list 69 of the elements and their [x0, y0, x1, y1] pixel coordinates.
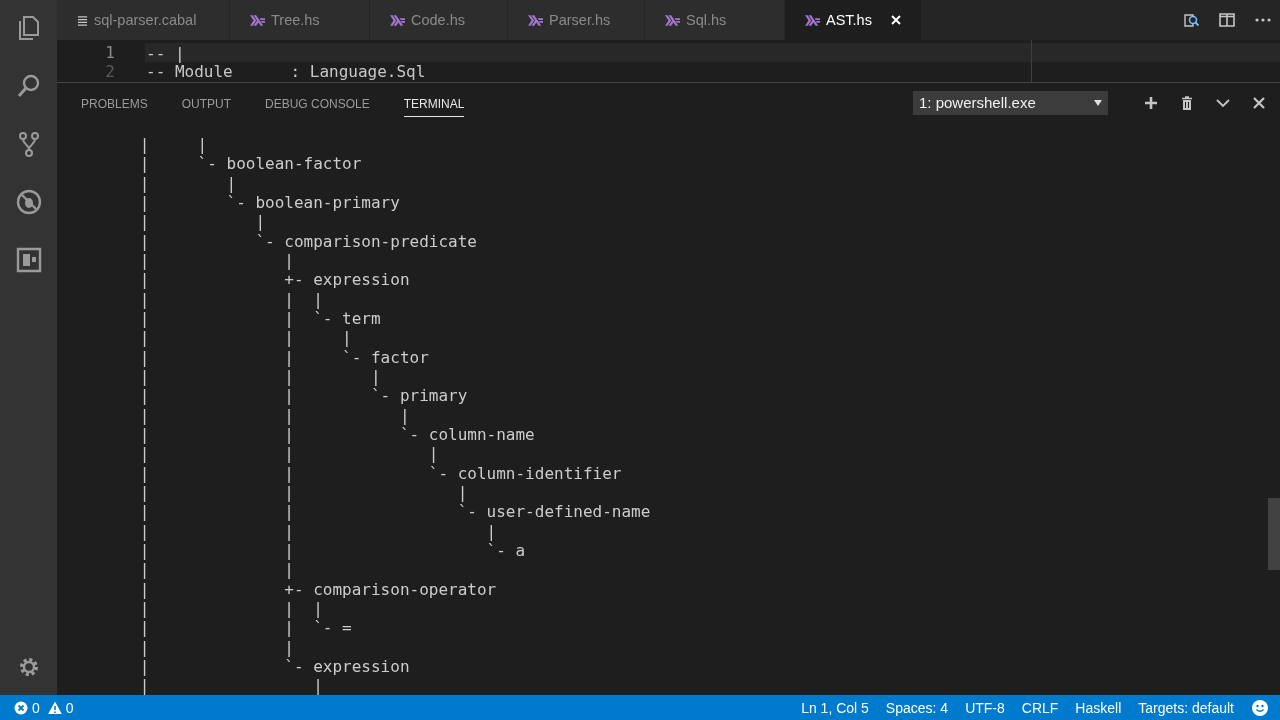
status-item[interactable]: Targets: default	[1138, 699, 1234, 716]
editor-tab[interactable]: Sql.hs	[645, 0, 785, 40]
bug-icon[interactable]	[14, 188, 43, 216]
terminal-line: | | `- column-identifier	[138, 463, 622, 483]
terminal-line: | `- expression	[138, 656, 410, 677]
terminal-line: | | |	[138, 405, 410, 425]
terminal-line: | |	[138, 676, 323, 695]
code-line: -- Module : Language.Sql	[145, 62, 427, 81]
terminal-line: | | |	[138, 328, 352, 348]
terminal-line: | `- boolean-primary	[138, 193, 400, 213]
terminal-line: | `- comparison-predicate	[138, 231, 477, 251]
panel-tab[interactable]: TERMINAL	[403, 88, 465, 117]
terminal-line: | | `- column-name	[138, 424, 535, 445]
trash-icon[interactable]	[1180, 95, 1194, 110]
terminal-line: | |	[138, 250, 294, 271]
terminal-line: | +- comparison-operator	[138, 579, 497, 599]
terminal-line: | |	[138, 135, 208, 155]
terminal-line: | | |	[138, 482, 468, 503]
terminal-line: | | |	[138, 289, 323, 309]
terminal-line: | | `- factor	[138, 347, 429, 367]
status-item[interactable]: Ln 1, Col 5	[801, 699, 869, 716]
haskell-icon	[805, 14, 820, 26]
terminal-line: | | `- term	[138, 308, 381, 329]
terminal-dropdown[interactable]: 1: powershell.exe	[913, 90, 1108, 115]
haskell-icon	[390, 14, 405, 26]
status-item[interactable]: Spaces: 4	[885, 699, 949, 716]
panel-tab[interactable]: DEBUG CONSOLE	[265, 88, 370, 117]
list-icon	[77, 14, 88, 26]
warning-icon[interactable]	[47, 700, 62, 715]
terminal-line: | |	[138, 212, 266, 232]
panel-tab[interactable]: OUTPUT	[181, 88, 232, 117]
warning-count[interactable]: 0	[65, 699, 74, 716]
dropdown-arrow-icon	[1094, 98, 1102, 107]
line-number: 1	[104, 43, 116, 62]
terminal-line: | | `- =	[138, 618, 352, 638]
error-icon[interactable]	[14, 700, 28, 715]
terminal-line: | | |	[138, 598, 323, 619]
terminal-line: | | |	[138, 366, 381, 387]
terminal-line: | | `- user-defined-name	[138, 502, 651, 522]
plus-icon[interactable]	[1144, 95, 1158, 110]
status-item[interactable]: UTF-8	[965, 699, 1005, 716]
terminal-line: | |	[138, 560, 294, 580]
close-icon[interactable]	[1252, 95, 1266, 110]
haskell-icon	[528, 14, 543, 26]
split-editor-icon[interactable]	[1218, 11, 1236, 29]
editor-tab[interactable]: AST.hs	[785, 0, 922, 40]
panel-tab[interactable]: PROBLEMS	[81, 88, 148, 117]
terminal-line: | |	[138, 173, 237, 193]
terminal-line: | `- boolean-factor	[138, 154, 362, 174]
editor-tab[interactable]: Code.hs	[370, 0, 508, 40]
status-item[interactable]: CRLF	[1021, 699, 1059, 716]
status-item[interactable]: Haskell	[1075, 699, 1122, 716]
extensions-icon[interactable]	[14, 246, 43, 274]
editor-tab[interactable]: Tree.hs	[230, 0, 370, 40]
editor-tab[interactable]: Parser.hs	[508, 0, 645, 40]
terminal-line: | | |	[138, 444, 439, 464]
scrollbar-thumb[interactable]	[1268, 498, 1280, 570]
haskell-icon	[665, 14, 680, 26]
terminal-line: | | `- a	[138, 540, 526, 561]
terminal-line: | +- expression	[138, 270, 410, 290]
editor-tab[interactable]: sql-parser.cabal	[57, 0, 230, 40]
line-number: 2	[104, 62, 116, 81]
haskell-icon	[250, 14, 265, 26]
terminal-line: | |	[138, 637, 294, 657]
error-count[interactable]: 0	[32, 699, 40, 716]
terminal-line: | | |	[138, 521, 497, 541]
terminal-line: | | `- primary	[138, 386, 468, 406]
preview-icon[interactable]	[1182, 11, 1200, 29]
smiley-icon[interactable]	[1252, 699, 1268, 716]
